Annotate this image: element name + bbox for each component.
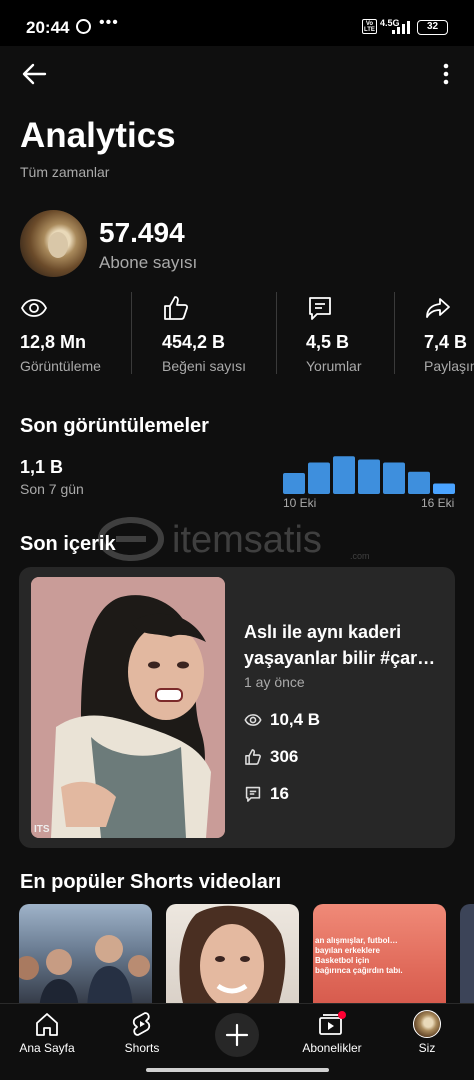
recent-video-card[interactable]: ITS Aslı ile aynı kaderi yaşayanlar bili… [19,567,455,848]
watermark-text: itemsatis [172,519,322,561]
divider [131,292,132,374]
thumbnail-corner-label: ITS [34,824,50,835]
stat-label: Yorumlar [306,358,362,374]
stat-comments[interactable]: 4,5 B Yorumlar [306,292,391,376]
chart-bar [283,473,305,494]
nav-shorts[interactable]: Shorts [97,1010,187,1060]
thumbnail-art [31,577,225,838]
stat-shares[interactable]: 7,4 B Paylaşım [424,292,474,376]
video-likes-value: 306 [270,747,299,766]
stat-value: 12,8 Mn [20,332,87,352]
battery-icon: 32 [417,20,448,35]
like-icon [164,296,189,320]
nav-profile[interactable]: Siz [382,1010,472,1060]
subscriber-count: 57.494 [99,217,185,248]
eye-icon [244,714,262,726]
stat-label: Paylaşım [424,358,474,374]
recent-views-period: Son 7 gün [20,481,84,497]
date-range-label[interactable]: Tüm zamanlar [20,164,109,180]
signal-icon [392,20,412,34]
home-indicator [146,1068,329,1072]
nav-label: Siz [418,1041,436,1055]
comment-icon [245,786,261,802]
whatsapp-icon [76,19,91,34]
subscriber-label: Abone sayısı [99,253,198,272]
comment-icon [309,297,331,320]
video-comments-value: 16 [270,784,289,803]
stat-value: 454,2 B [162,332,226,352]
channel-avatar [20,210,87,277]
nav-label: Abonelikler [302,1041,362,1055]
like-icon [245,749,261,765]
chart-bar [333,456,355,494]
video-age: 1 ay önce [244,674,305,690]
stat-likes[interactable]: 454,2 B Beğeni sayısı [162,292,272,376]
chart-axis-end: 16 Eki [421,496,455,510]
page-title: Analytics [20,116,176,155]
recent-views-chart[interactable] [283,452,455,494]
short-thumbnail[interactable] [166,904,299,1004]
nav-label: Shorts [124,1041,160,1055]
back-arrow-icon[interactable] [20,60,48,88]
divider [276,292,277,374]
short-thumbnail[interactable] [19,904,152,1004]
chart-bar [383,462,405,494]
nav-subscriptions[interactable]: Abonelikler [287,1010,377,1060]
chart-bar [433,483,455,494]
nav-home[interactable]: Ana Sayfa [2,1010,92,1060]
watermark-suffix: .com [350,551,370,561]
chart-bar [358,459,380,494]
video-views-value: 10,4 B [270,710,321,729]
shorts-carousel[interactable]: an alışmışlar, futbol… bayılan erkeklere… [19,904,474,1004]
stat-label: Görüntüleme [20,358,101,374]
stat-value: 4,5 B [306,332,350,352]
stat-label: Beğeni sayısı [162,358,247,374]
status-time: 20:44 [26,18,70,37]
create-button[interactable] [215,1013,259,1057]
more-options-icon[interactable] [434,62,458,86]
home-icon [36,1013,58,1036]
profile-avatar [413,1010,441,1038]
stat-views[interactable]: 12,8 Mn Görüntüleme [20,292,130,376]
plus-icon [225,1023,249,1047]
section-title-popular-shorts: En popüler Shorts videoları [20,871,282,893]
more-notifications-icon: ••• [99,14,119,31]
shorts-icon [132,1012,151,1036]
watermark-logo: itemsatis .com [98,517,370,561]
recent-views-value: 1,1 B [20,457,64,477]
section-title-recent-content: Son içerik [20,533,116,555]
short-art [19,935,150,1004]
share-icon [426,298,450,318]
stat-value: 7,4 B [424,332,468,352]
eye-icon [20,299,48,317]
nav-label: Ana Sayfa [19,1041,75,1055]
subscriptions-icon [319,1011,346,1035]
short-thumbnail[interactable] [460,904,474,1004]
chart-axis-start: 10 Eki [283,496,317,510]
video-title[interactable]: Aslı ile aynı kaderi yaşayanlar bilir #ç… [244,619,444,671]
short-art [179,905,286,1004]
video-thumbnail[interactable]: ITS [31,577,225,838]
short-caption: an alışmışlar, futbol… bayılan erkeklere… [315,936,403,975]
chart-bar [308,462,330,494]
chart-bar [408,471,430,494]
divider [394,292,395,374]
volte-icon: Vo LTE [362,19,377,34]
short-thumbnail[interactable]: an alışmışlar, futbol… bayılan erkeklere… [313,904,446,1004]
section-title-recent-views: Son görüntülemeler [20,415,209,437]
